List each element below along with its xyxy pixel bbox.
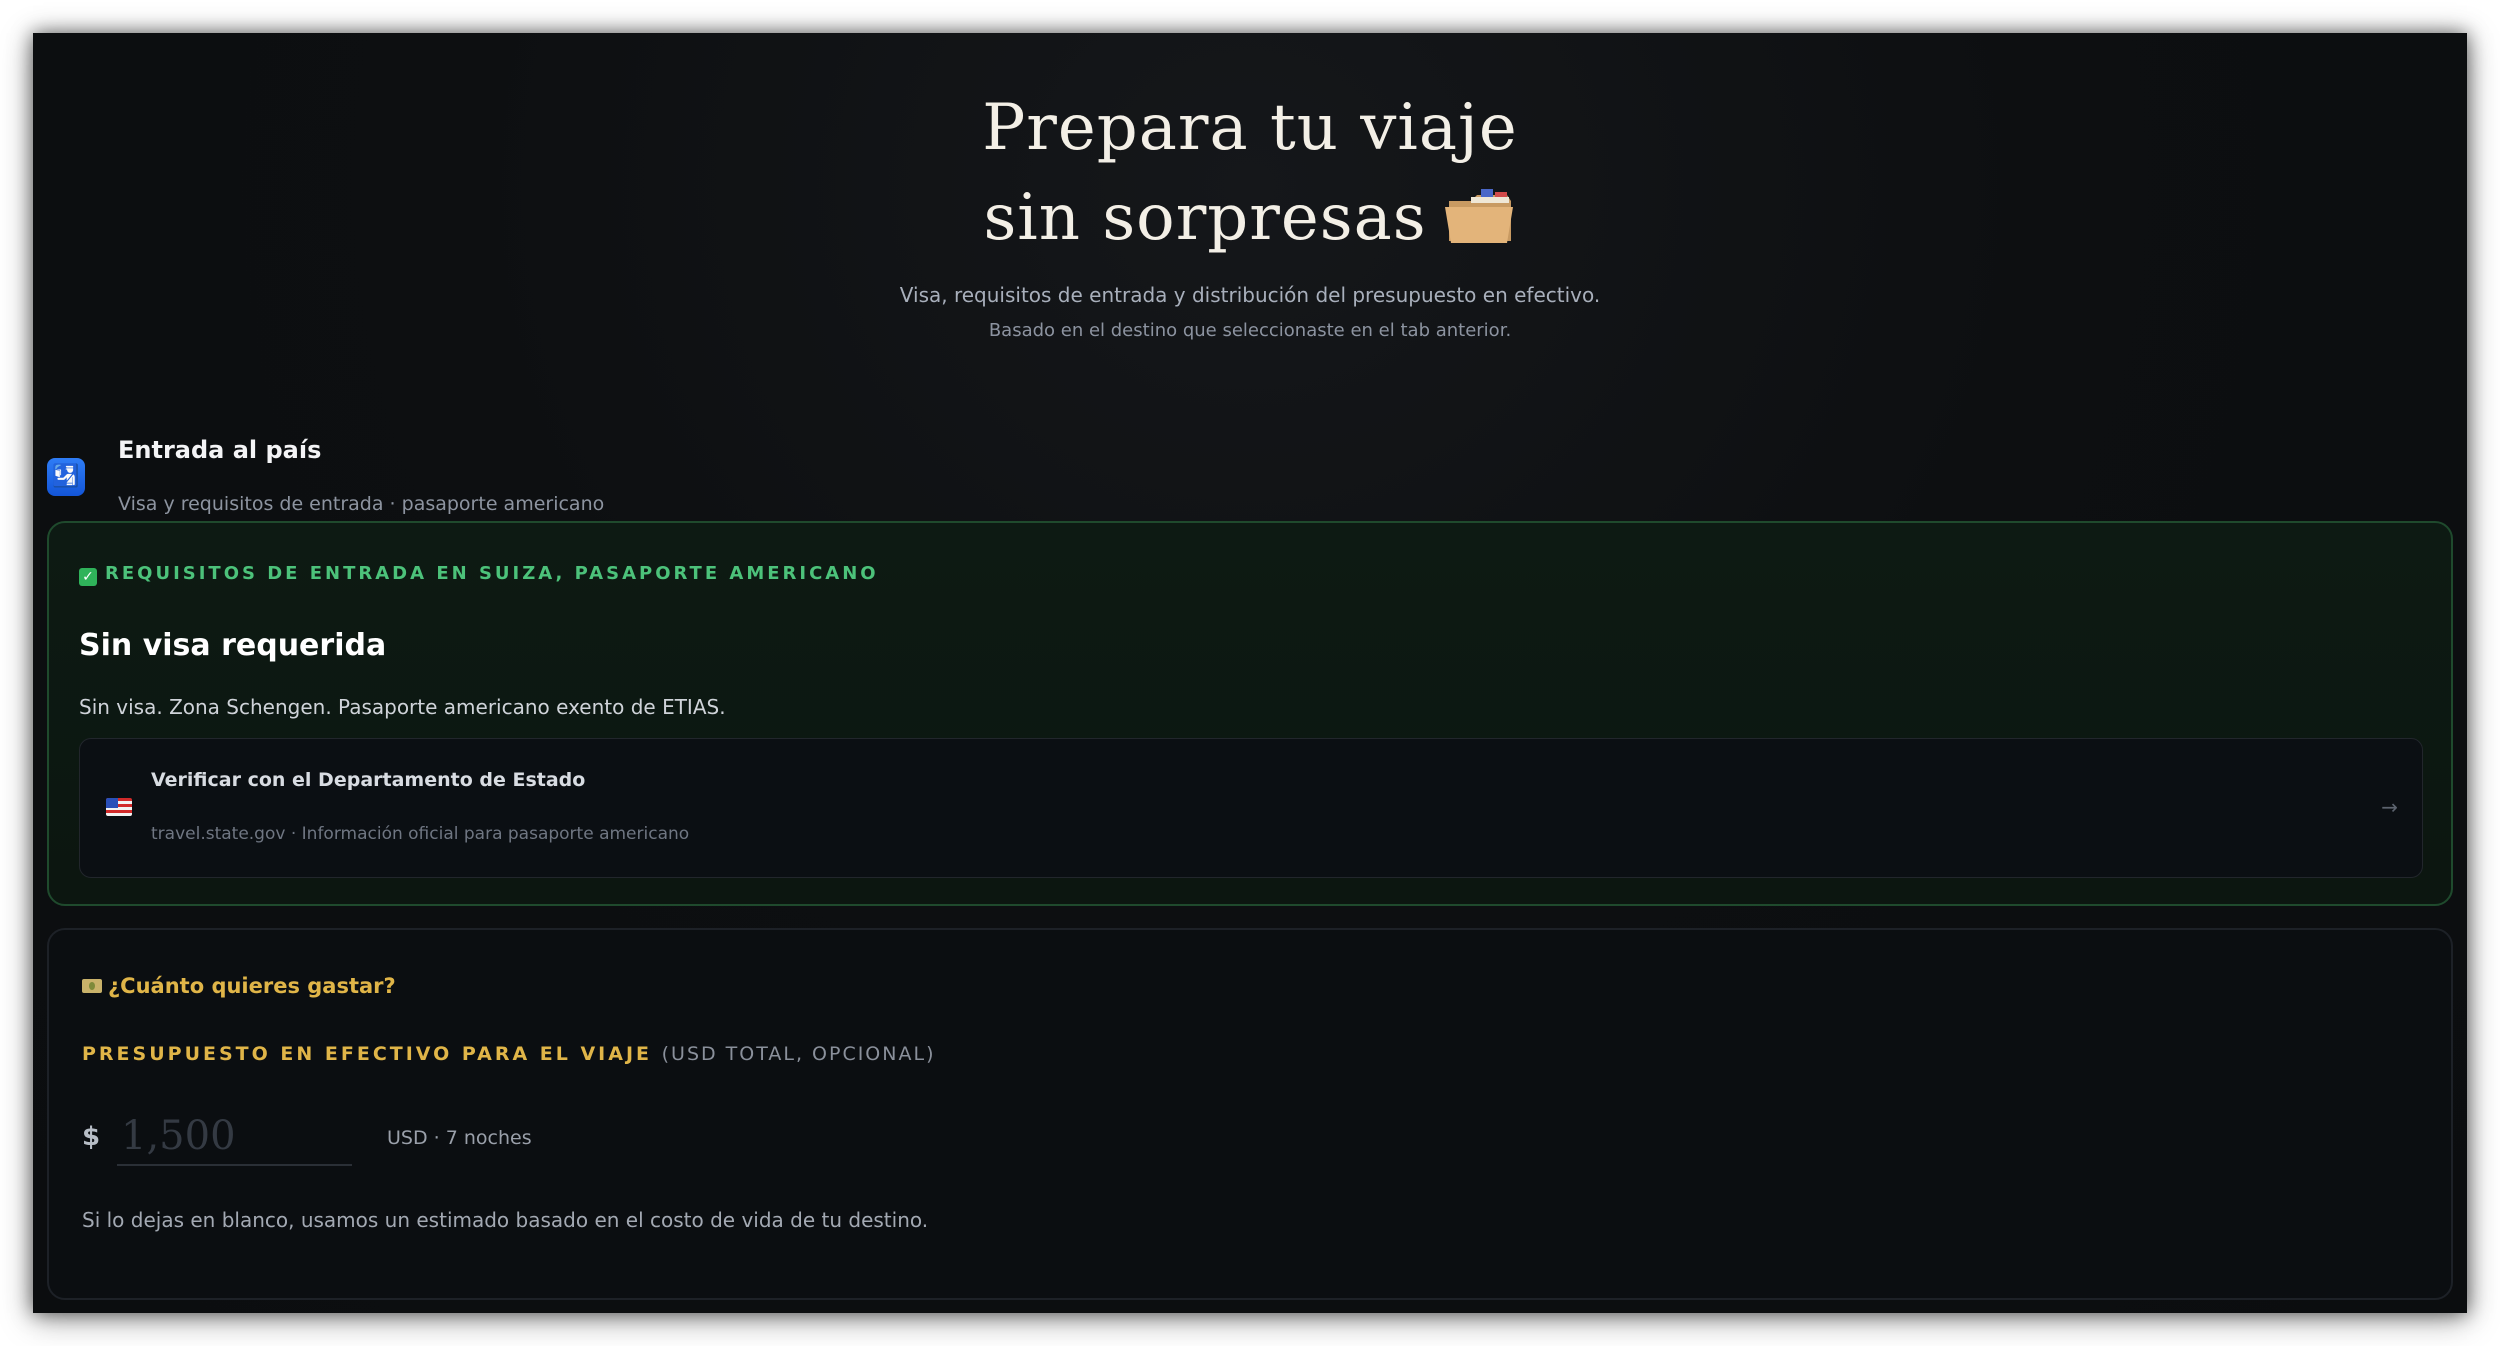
folder-icon bbox=[1441, 181, 1517, 271]
entry-requirements-card: ✓ REQUISITOS DE ENTRADA EN SUIZA, PASAPOR… bbox=[47, 521, 2453, 906]
entry-requirements-kicker-text: REQUISITOS DE ENTRADA EN SUIZA, PASAPORT… bbox=[105, 563, 879, 584]
entry-section-subtitle: Visa y requisitos de entrada · pasaporte… bbox=[118, 493, 605, 515]
budget-field-label-text: PRESUPUESTO EN EFECTIVO PARA EL VIAJE bbox=[82, 1043, 652, 1065]
entry-section-title: Entrada al país bbox=[118, 436, 322, 464]
budget-field-label: PRESUPUESTO EN EFECTIVO PARA EL VIAJE (U… bbox=[82, 1043, 935, 1065]
cash-budget-card: ¿Cuánto quieres gastar? PRESUPUESTO EN E… bbox=[47, 928, 2453, 1300]
verify-link-subtitle: travel.state.gov · Información oficial p… bbox=[151, 824, 690, 844]
money-icon bbox=[82, 979, 102, 993]
visa-status-description: Sin visa. Zona Schengen. Pasaporte ameri… bbox=[79, 695, 726, 719]
page-title-line-2: sin sorpresas bbox=[33, 173, 2467, 271]
arrow-right-icon: → bbox=[2381, 795, 2398, 819]
us-flag-icon bbox=[106, 798, 132, 816]
check-icon: ✓ bbox=[79, 568, 97, 586]
entry-requirements-kicker: ✓ REQUISITOS DE ENTRADA EN SUIZA, PASAPOR… bbox=[79, 563, 879, 586]
budget-amount-input[interactable] bbox=[117, 1108, 352, 1166]
passport-control-icon: 🛂 bbox=[47, 458, 85, 496]
page-subtitle-note: Basado en el destino que seleccionaste e… bbox=[988, 320, 1512, 341]
verify-link-title: Verificar con el Departamento de Estado bbox=[151, 769, 586, 791]
budget-hint: Si lo dejas en blanco, usamos un estimad… bbox=[82, 1208, 929, 1232]
budget-question-text: ¿Cuánto quieres gastar? bbox=[108, 974, 396, 998]
budget-field-label-note: (USD TOTAL, OPCIONAL) bbox=[661, 1043, 936, 1065]
verify-state-department-link[interactable]: Verificar con el Departamento de Estado … bbox=[79, 738, 2423, 878]
app-window: Prepara tu viaje sin sorpresas Visa, req… bbox=[33, 33, 2467, 1313]
currency-symbol: $ bbox=[82, 1122, 101, 1152]
page-title-line-1: Prepara tu viaje bbox=[982, 91, 1518, 165]
budget-unit-label: USD · 7 noches bbox=[387, 1127, 532, 1149]
visa-status-title: Sin visa requerida bbox=[79, 628, 387, 663]
budget-question: ¿Cuánto quieres gastar? bbox=[82, 974, 396, 998]
page-title: Prepara tu viaje sin sorpresas bbox=[33, 83, 2467, 271]
page-title-line-2-text: sin sorpresas bbox=[983, 181, 1427, 255]
page-subtitle: Visa, requisitos de entrada y distribuci… bbox=[899, 283, 1601, 307]
